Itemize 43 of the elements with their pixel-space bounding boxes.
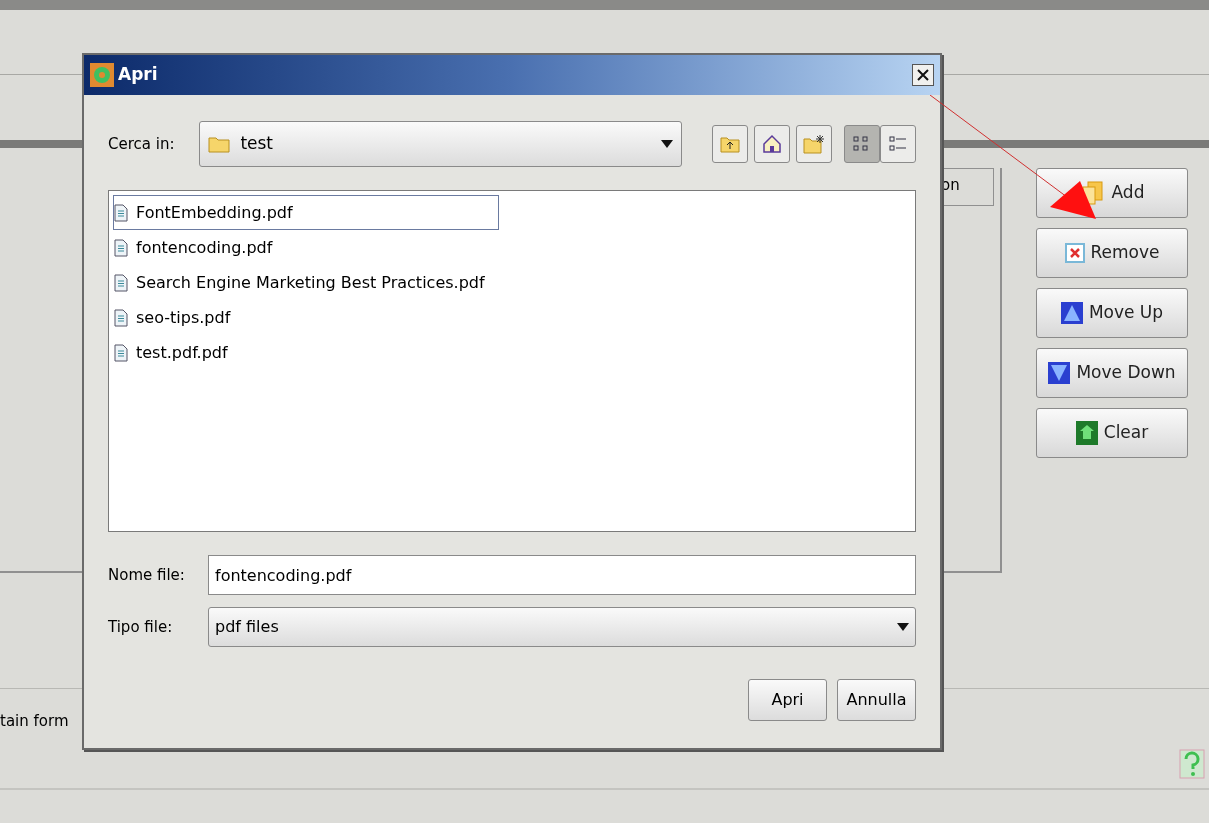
action-button[interactable]: Move Up [1036,288,1188,338]
dialog-title: Apri [118,63,159,87]
folder-icon [208,135,231,153]
file-type-dropdown[interactable]: pdf files [208,607,916,647]
close-button[interactable] [912,64,934,86]
status-text: tain form [0,710,69,732]
file-item[interactable]: fontencoding.pdf [113,230,282,265]
home-button[interactable] [754,125,790,163]
remove-icon [1064,243,1085,263]
caret-icon [661,140,673,148]
file-item[interactable]: test.pdf.pdf [113,335,237,370]
file-name-field[interactable]: fontencoding.pdf [208,555,916,595]
dialog-button[interactable]: Apri [748,679,827,721]
app-logo-icon [90,63,114,87]
document-icon [114,308,128,327]
look-in-dropdown[interactable]: test [199,121,682,167]
look-in-label: Cerca in: [108,133,176,155]
action-button[interactable]: Move Down [1036,348,1188,398]
file-name-label: Nome file: [108,564,186,586]
file-type-label: Tipo file: [108,616,174,638]
up-triangle-icon [1060,302,1083,324]
close-icon [917,69,929,81]
down-triangle-icon [1048,362,1071,384]
view-toggle[interactable] [880,125,916,163]
details-view-icon [888,134,908,154]
file-item[interactable]: Search Engine Marketing Best Practices.pdf [113,265,494,300]
document-icon [114,343,128,362]
document-icon [114,203,128,222]
file-item[interactable]: seo-tips.pdf [113,300,240,335]
file-item[interactable]: FontEmbedding.pdf [113,195,499,230]
help-icon[interactable] [1179,748,1205,779]
document-icon [114,238,128,257]
new-folder-button[interactable] [796,125,832,163]
up-folder-button[interactable] [712,125,748,163]
caret-icon [897,623,909,631]
up-folder-icon [720,135,740,153]
action-button[interactable]: Remove [1036,228,1188,278]
dialog-button[interactable]: Annulla [837,679,916,721]
view-toggle[interactable] [844,125,880,163]
document-icon [114,273,128,292]
new-folder-icon [803,134,825,154]
home-icon [762,134,782,154]
action-button[interactable]: Clear [1036,408,1188,458]
